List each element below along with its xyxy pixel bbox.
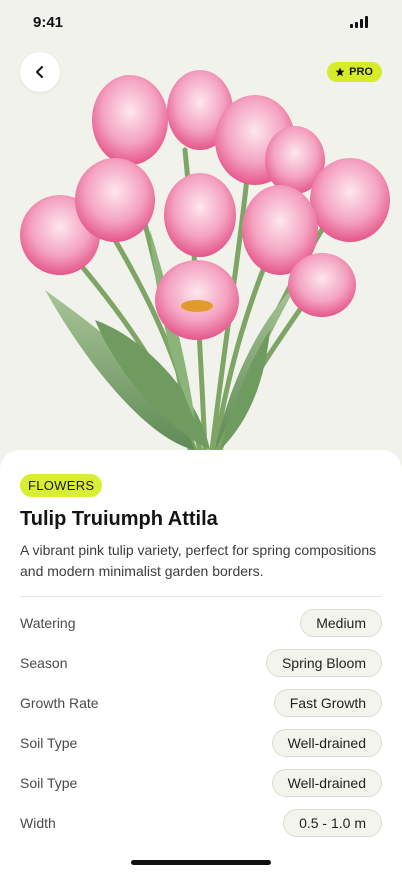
property-row-soil-type: Soil Type Well-drained [20,723,382,763]
property-value-pill: Well-drained [271,769,382,797]
property-row-growth-rate: Growth Rate Fast Growth [20,683,382,723]
property-label: Soil Type [20,735,78,751]
property-row-width: Width 0.5 - 1.0 m [20,803,382,843]
cellular-signal-icon [350,16,368,28]
property-label: Watering [20,615,76,631]
property-value-pill: Medium [300,609,382,637]
property-value-pill: Fast Growth [273,689,382,717]
plant-name: Tulip Truiumph Attila [20,508,218,530]
property-label: Width [20,815,56,831]
pro-badge[interactable]: PRO [327,62,382,82]
property-label: Soil Type [20,775,78,791]
status-bar: 9:41 [0,0,402,44]
star-icon [335,67,345,77]
back-button[interactable] [20,52,60,92]
plant-description: A vibrant pink tulip variety, perfect fo… [20,542,377,579]
property-label: Growth Rate [20,695,99,711]
property-row-watering: Watering Medium [20,603,382,643]
property-value-pill: Well-drained [271,729,382,757]
pro-badge-label: PRO [349,66,373,78]
chevron-left-icon [36,66,43,78]
divider [20,596,382,597]
home-indicator[interactable] [131,860,271,865]
status-time: 9:41 [33,13,64,31]
property-value-pill: Spring Bloom [265,649,382,677]
property-row-soil-type: Soil Type Well-drained [20,763,382,803]
category-tag: FLOWERS [20,474,103,497]
property-label: Season [20,655,68,671]
property-value-pill: 0.5 - 1.0 m [283,809,382,837]
details-sheet: FLOWERS Tulip Truiumph Attila A vibrant … [0,450,402,874]
property-row-season: Season Spring Bloom [20,643,382,683]
